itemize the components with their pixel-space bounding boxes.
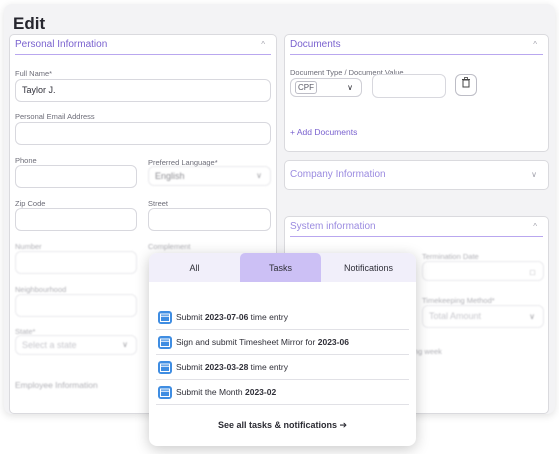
chevron-up-icon[interactable]: ^ bbox=[533, 35, 537, 55]
task-item[interactable]: Submit 2023-03-28 time entry bbox=[156, 355, 409, 380]
documents-panel: Documents ^ Document Type / Document Val… bbox=[284, 34, 549, 152]
task-text-prefix: Submit bbox=[176, 312, 205, 322]
task-item[interactable]: Sign and submit Timesheet Mirror for 202… bbox=[156, 330, 409, 355]
company-information-title: Company Information bbox=[290, 169, 386, 180]
full-name-label: Full Name* bbox=[15, 69, 53, 78]
chevron-down-icon: ∨ bbox=[256, 171, 262, 180]
task-text-suffix: time entry bbox=[248, 362, 288, 372]
email-field[interactable] bbox=[15, 122, 271, 145]
page-title: Edit bbox=[13, 14, 46, 33]
task-item[interactable]: Submit the Month 2023-02 bbox=[156, 380, 409, 405]
system-information-title: System information bbox=[290, 221, 376, 232]
timekeeping-value: Total Amount bbox=[429, 311, 482, 321]
documents-title: Documents bbox=[290, 39, 341, 50]
task-list: Submit 2023-07-06 time entry Sign and su… bbox=[156, 305, 409, 405]
task-text-prefix: Sign and submit Timesheet Mirror for bbox=[176, 337, 318, 347]
chevron-up-icon[interactable]: ^ bbox=[261, 35, 265, 55]
street-label: Street bbox=[148, 199, 169, 208]
task-item[interactable]: Submit 2023-07-06 time entry bbox=[156, 305, 409, 330]
number-field[interactable] bbox=[15, 251, 137, 274]
task-text-prefix: Submit the Month bbox=[176, 387, 245, 397]
employee-information-label: Employee Information bbox=[15, 380, 98, 390]
full-name-field[interactable]: Taylor J. bbox=[15, 79, 271, 102]
calendar-icon: □ bbox=[530, 268, 535, 277]
neighbourhood-label: Neighbourhood bbox=[15, 285, 67, 294]
tab-notifications[interactable]: Notifications bbox=[321, 253, 416, 282]
neighbourhood-field[interactable] bbox=[15, 294, 137, 317]
document-type-value: CPF bbox=[295, 81, 317, 94]
personal-information-title: Personal Information bbox=[15, 39, 108, 50]
document-value-field[interactable] bbox=[372, 74, 446, 98]
company-information-panel: Company Information ∨ bbox=[284, 160, 549, 190]
tab-all[interactable]: All bbox=[149, 253, 240, 282]
phone-label: Phone bbox=[15, 156, 37, 165]
tab-tasks[interactable]: Tasks bbox=[240, 253, 321, 282]
trash-icon[interactable] bbox=[455, 74, 477, 96]
timekeeping-select[interactable]: Total Amount ∨ bbox=[422, 305, 544, 328]
calendar-icon bbox=[158, 336, 172, 349]
chevron-up-icon[interactable]: ^ bbox=[533, 217, 537, 237]
task-date: 2023-03-28 bbox=[204, 362, 249, 372]
state-select[interactable]: Select a state ∨ bbox=[15, 335, 137, 355]
task-date: 2023-07-06 bbox=[204, 312, 249, 322]
task-date: 2023-06 bbox=[317, 337, 349, 347]
email-label: Personal Email Address bbox=[15, 112, 95, 121]
add-documents-link[interactable]: + Add Documents bbox=[290, 127, 357, 137]
task-date: 2023-02 bbox=[244, 387, 277, 397]
see-all-link[interactable]: See all tasks & notifications ➔ bbox=[149, 420, 416, 431]
calendar-icon bbox=[158, 361, 172, 374]
task-text-suffix: time entry bbox=[248, 312, 288, 322]
calendar-icon bbox=[158, 386, 172, 399]
system-information-header[interactable]: System information ^ bbox=[290, 217, 543, 237]
language-select[interactable]: English ∨ bbox=[148, 166, 271, 186]
chevron-down-icon[interactable]: ∨ bbox=[531, 165, 537, 185]
zip-field[interactable] bbox=[15, 208, 137, 231]
documents-header[interactable]: Documents ^ bbox=[290, 35, 543, 55]
complement-label: Complement bbox=[148, 242, 191, 251]
termination-date-label: Termination Date bbox=[422, 252, 479, 261]
timekeeping-label: Timekeeping Method* bbox=[422, 296, 495, 305]
termination-date-field[interactable]: □ bbox=[422, 261, 544, 281]
chevron-down-icon: ∨ bbox=[122, 340, 128, 349]
tasks-notifications-popup: All Tasks Notifications Submit 2023-07-0… bbox=[149, 253, 416, 446]
task-text-prefix: Submit bbox=[176, 362, 205, 372]
document-type-select[interactable]: CPF ∨ bbox=[290, 78, 362, 97]
popup-tabs: All Tasks Notifications bbox=[149, 253, 416, 282]
calendar-icon bbox=[158, 311, 172, 324]
personal-information-header[interactable]: Personal Information ^ bbox=[15, 35, 271, 55]
phone-field[interactable] bbox=[15, 165, 137, 188]
week-text: ng week bbox=[414, 347, 442, 356]
chevron-down-icon: ∨ bbox=[529, 312, 535, 321]
zip-label: Zip Code bbox=[15, 199, 46, 208]
state-placeholder: Select a state bbox=[22, 340, 77, 350]
number-label: Number bbox=[15, 242, 42, 251]
street-field[interactable] bbox=[148, 208, 271, 231]
language-value: English bbox=[155, 171, 185, 181]
company-information-header[interactable]: Company Information ∨ bbox=[290, 165, 543, 185]
chevron-down-icon: ∨ bbox=[347, 83, 353, 92]
